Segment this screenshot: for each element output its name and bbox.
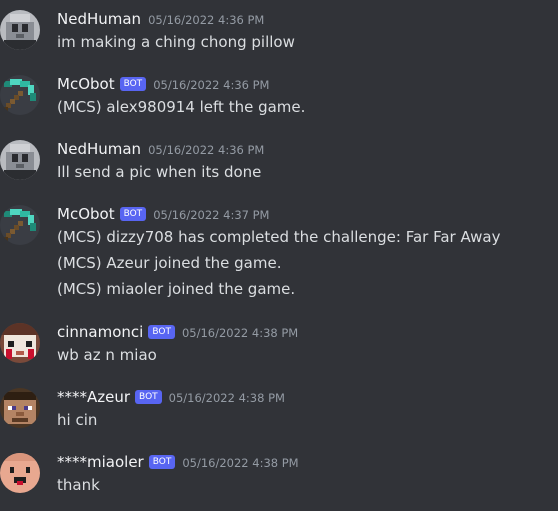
message-group: cinnamonci BOT 05/16/2022 4:38 PM wb az … (0, 323, 558, 368)
message-header: McObot BOT 05/16/2022 4:37 PM (57, 205, 269, 225)
message-group: ****Azeur BOT 05/16/2022 4:38 PM hi cin (0, 388, 558, 433)
timestamp[interactable]: 05/16/2022 4:38 PM (169, 391, 285, 405)
message-group: ****miaoler BOT 05/16/2022 4:38 PM thank (0, 453, 558, 498)
bot-tag: BOT (135, 390, 162, 404)
message-header: NedHuman 05/16/2022 4:36 PM (57, 10, 264, 30)
username[interactable]: NedHuman (57, 10, 141, 28)
username[interactable]: NedHuman (57, 140, 141, 158)
timestamp[interactable]: 05/16/2022 4:36 PM (148, 13, 264, 27)
message-text: im making a ching chong pillow (57, 33, 295, 51)
timestamp[interactable]: 05/16/2022 4:36 PM (153, 78, 269, 92)
username[interactable]: ****Azeur (57, 388, 130, 406)
message-feed: NedHuman 05/16/2022 4:36 PM im making a … (0, 0, 558, 511)
bot-tag: BOT (119, 207, 147, 221)
message-text: (MCS) dizzy708 has completed the challen… (57, 228, 501, 246)
nedhuman-avatar[interactable] (0, 140, 40, 180)
cinnamon-avatar[interactable] (0, 323, 40, 363)
message-text: hi cin (57, 411, 98, 429)
timestamp[interactable]: 05/16/2022 4:36 PM (148, 143, 264, 157)
message-group: McObot BOT 05/16/2022 4:36 PM (MCS) alex… (0, 75, 558, 120)
message-group: NedHuman 05/16/2022 4:36 PM im making a … (0, 10, 558, 55)
username[interactable]: McObot (57, 75, 115, 93)
message-text: (MCS) miaoler joined the game. (57, 280, 296, 298)
message-header: cinnamonci BOT 05/16/2022 4:38 PM (57, 323, 298, 343)
timestamp[interactable]: 05/16/2022 4:38 PM (182, 456, 298, 470)
nedhuman-avatar[interactable] (0, 10, 40, 50)
message-text: (MCS) Azeur joined the game. (57, 254, 282, 272)
pickaxe-avatar[interactable] (0, 75, 40, 115)
azeur-avatar[interactable] (0, 388, 40, 428)
message-text: wb az n miao (57, 346, 157, 364)
message-header: McObot BOT 05/16/2022 4:36 PM (57, 75, 269, 95)
pickaxe-avatar[interactable] (0, 205, 40, 245)
message-header: NedHuman 05/16/2022 4:36 PM (57, 140, 264, 160)
username[interactable]: ****miaoler (57, 453, 144, 471)
bot-tag: BOT (148, 325, 175, 339)
message-header: ****miaoler BOT 05/16/2022 4:38 PM (57, 453, 299, 473)
message-header: ****Azeur BOT 05/16/2022 4:38 PM (57, 388, 285, 408)
bot-tag: BOT (148, 455, 176, 469)
message-text: (MCS) alex980914 left the game. (57, 98, 306, 116)
username[interactable]: cinnamonci (57, 323, 143, 341)
timestamp[interactable]: 05/16/2022 4:38 PM (182, 326, 298, 340)
bot-tag: BOT (119, 77, 147, 91)
message-text: Ill send a pic when its done (57, 163, 262, 181)
miaoler-avatar[interactable] (0, 453, 40, 493)
username[interactable]: McObot (57, 205, 115, 223)
message-group: NedHuman 05/16/2022 4:36 PM Ill send a p… (0, 140, 558, 185)
message-text: thank (57, 476, 100, 494)
message-group: McObot BOT 05/16/2022 4:37 PM (MCS) dizz… (0, 205, 558, 300)
timestamp[interactable]: 05/16/2022 4:37 PM (153, 208, 269, 222)
